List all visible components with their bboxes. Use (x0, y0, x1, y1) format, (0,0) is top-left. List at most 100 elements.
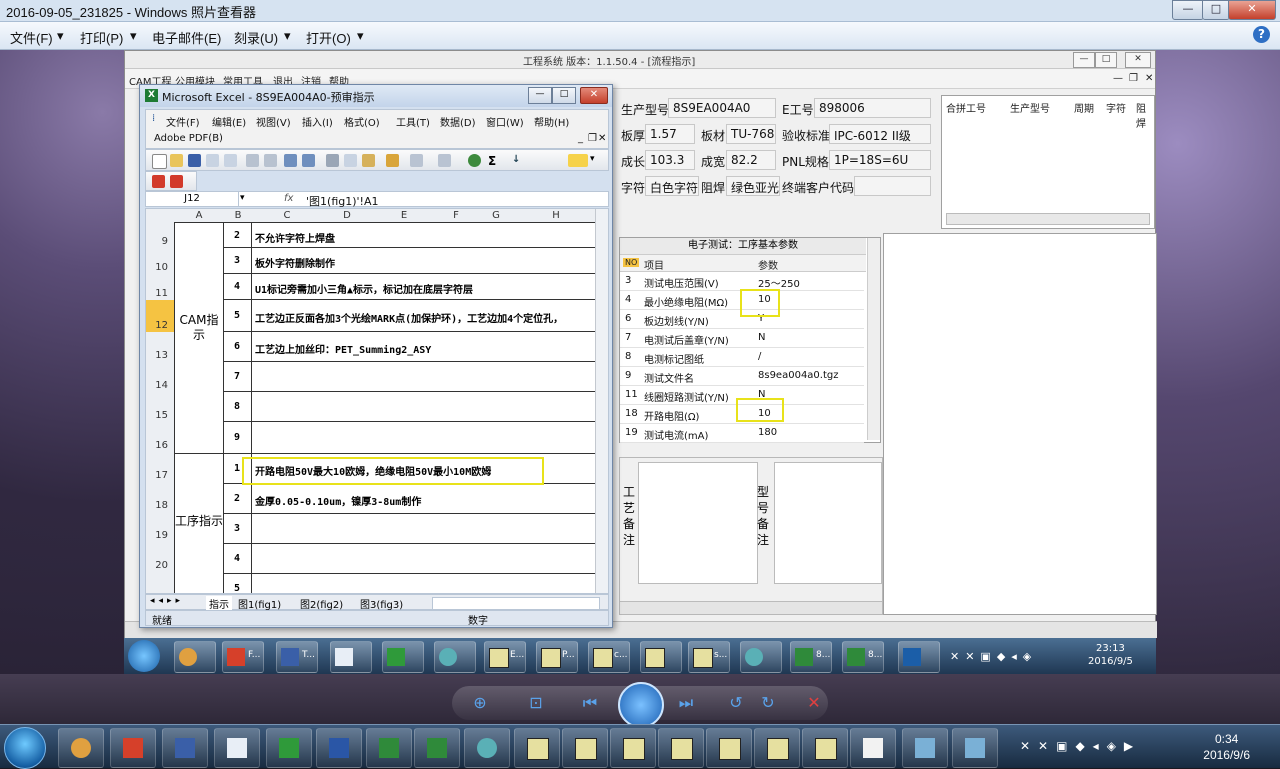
excel-menu-view[interactable]: 视图(V) (256, 114, 291, 129)
model-notes-textarea[interactable] (774, 462, 882, 584)
fill-color-icon[interactable] (568, 154, 588, 167)
taskbar-item[interactable] (902, 728, 948, 768)
num-cell[interactable]: 5 (224, 574, 252, 593)
horizontal-scrollbar[interactable] (620, 601, 882, 614)
tab-fig1[interactable]: 图1(fig1) (238, 596, 281, 611)
excel-menu-format[interactable]: 格式(O) (344, 114, 380, 129)
inner-task-item[interactable]: c... (588, 641, 630, 673)
open-icon[interactable] (170, 154, 183, 167)
print-preview-icon[interactable] (264, 154, 277, 167)
text-cell[interactable] (252, 392, 598, 422)
taskbar-item[interactable] (562, 728, 608, 768)
accept-field[interactable]: IPC-6012 II级 (829, 124, 931, 144)
excel-menu-edit[interactable]: 编辑(E) (212, 114, 246, 129)
help-icon[interactable]: ? (1253, 26, 1270, 43)
inner-task-item[interactable]: F... (222, 641, 264, 673)
minimize-button[interactable]: — (1172, 0, 1204, 20)
fx-icon[interactable]: fx (284, 193, 293, 204)
cam-group-cell[interactable]: CAM指示 (174, 222, 224, 454)
excel-close-button[interactable]: ✕ (580, 87, 608, 104)
new-icon[interactable] (152, 154, 167, 169)
pnl-field[interactable]: 1P=18S=6U (829, 150, 931, 170)
excel-menu-data[interactable]: 数据(D) (440, 114, 476, 129)
print-icon[interactable] (246, 154, 259, 167)
excel-maximize-button[interactable]: □ (552, 87, 576, 104)
text-cell[interactable] (252, 514, 598, 544)
adobe-pdf-menu[interactable]: Adobe PDF(B) (154, 133, 223, 144)
taskbar-item[interactable] (850, 728, 896, 768)
chevron-down-icon[interactable]: ▾ (357, 28, 364, 44)
text-cell[interactable]: U1标记旁需加小三角▲标示，标记加在底层字符层 (252, 274, 598, 300)
taskbar-item[interactable] (366, 728, 412, 768)
inner-task-item[interactable]: P... (536, 641, 578, 673)
width-field[interactable]: 82.2 (726, 150, 776, 170)
inner-task-item[interactable]: 8... (790, 641, 832, 673)
inner-task-item[interactable]: E... (484, 641, 526, 673)
taskbar-item[interactable] (952, 728, 998, 768)
taskbar-item[interactable] (802, 728, 848, 768)
text-cell[interactable]: 工艺边上加丝印：PET_Summing2_ASY (252, 332, 598, 362)
actual-size-icon[interactable]: ⊡ (524, 694, 548, 712)
doc-minimize-button[interactable]: _ (578, 133, 583, 144)
chevron-down-icon[interactable]: ▾ (590, 154, 600, 167)
row-header[interactable]: 10 (146, 248, 175, 275)
column-header[interactable]: E (372, 209, 437, 223)
mask-field[interactable]: 绿色亚光 (726, 176, 780, 196)
row-header-selected[interactable]: 12 (146, 300, 175, 333)
taskbar-item[interactable] (514, 728, 560, 768)
process-group-cell[interactable]: 工序指示 (174, 454, 224, 593)
taskbar-item[interactable] (266, 728, 312, 768)
column-header[interactable]: A (174, 209, 225, 223)
char-field[interactable]: 白色字符 (645, 176, 699, 196)
inner-task-item[interactable] (640, 641, 682, 673)
formula-input[interactable]: '图1(fig1)'!A1 (306, 193, 378, 209)
hyperlink-icon[interactable] (468, 154, 481, 167)
inner-task-item[interactable] (898, 641, 940, 673)
num-cell[interactable]: 6 (224, 332, 252, 362)
close-button[interactable]: ✕ (1228, 0, 1276, 20)
text-cell[interactable] (252, 422, 598, 454)
pdf-email-icon[interactable] (170, 175, 183, 188)
tray-icons[interactable]: ✕✕▣◆◂◈▶ (1020, 739, 1190, 755)
column-header[interactable]: H (516, 209, 597, 223)
taskbar-item[interactable] (464, 728, 510, 768)
research-icon[interactable] (302, 154, 315, 167)
email-icon[interactable] (224, 154, 237, 167)
menu-email[interactable]: 电子邮件(E) (152, 28, 221, 47)
text-cell[interactable] (252, 362, 598, 392)
text-cell[interactable] (252, 544, 598, 574)
column-header[interactable]: G (476, 209, 517, 223)
autosum-icon[interactable]: Σ (488, 154, 501, 168)
inner-clock[interactable]: 23:13 2016/9/5 (1088, 642, 1133, 668)
table-row[interactable]: 7 电测试后盖章(Y/N) N (620, 329, 864, 348)
text-cell[interactable] (252, 574, 598, 593)
redo-icon[interactable] (438, 154, 451, 167)
row-header[interactable]: 20 (146, 542, 175, 573)
delete-icon[interactable]: ✕ (802, 694, 826, 712)
e-no-field[interactable]: 898006 (814, 98, 931, 118)
row-header[interactable]: 15 (146, 392, 175, 423)
rotate-right-icon[interactable]: ↻ (756, 694, 780, 712)
mdi-minimize-button[interactable]: — (1113, 73, 1123, 84)
maximize-button[interactable]: □ (1202, 0, 1230, 20)
row-header[interactable]: 9 (146, 222, 175, 249)
vertical-scrollbar[interactable] (867, 238, 880, 440)
save-icon[interactable] (188, 154, 201, 167)
undo-icon[interactable] (410, 154, 423, 167)
doc-close-button[interactable]: ✕ (598, 133, 606, 144)
mdi-close-button[interactable]: ✕ (1145, 73, 1153, 84)
num-cell[interactable]: 3 (224, 248, 252, 274)
text-cell[interactable]: 工艺边正反面各加3个光绘MARK点(加保护环)，工艺边加4个定位孔， (252, 300, 598, 332)
chevron-down-icon[interactable]: ▾ (284, 28, 291, 44)
length-field[interactable]: 103.3 (645, 150, 695, 170)
cam-close-button[interactable]: ✕ (1125, 52, 1151, 68)
taskbar-item[interactable] (754, 728, 800, 768)
worksheet-grid[interactable]: A B C D E F G H 9 10 11 12 13 14 15 16 1… (145, 208, 609, 594)
num-cell[interactable]: 9 (224, 422, 252, 454)
menu-open[interactable]: 打开(O) (306, 28, 351, 47)
tab-scroll-arrows[interactable]: ◂◂▸▸ (150, 596, 184, 606)
chevron-down-icon[interactable]: ▾ (57, 28, 64, 44)
text-cell[interactable]: 金厚0.05-0.10um，镍厚3-8um制作 (252, 484, 598, 514)
copy-icon[interactable] (344, 154, 357, 167)
row-header[interactable]: 14 (146, 362, 175, 393)
